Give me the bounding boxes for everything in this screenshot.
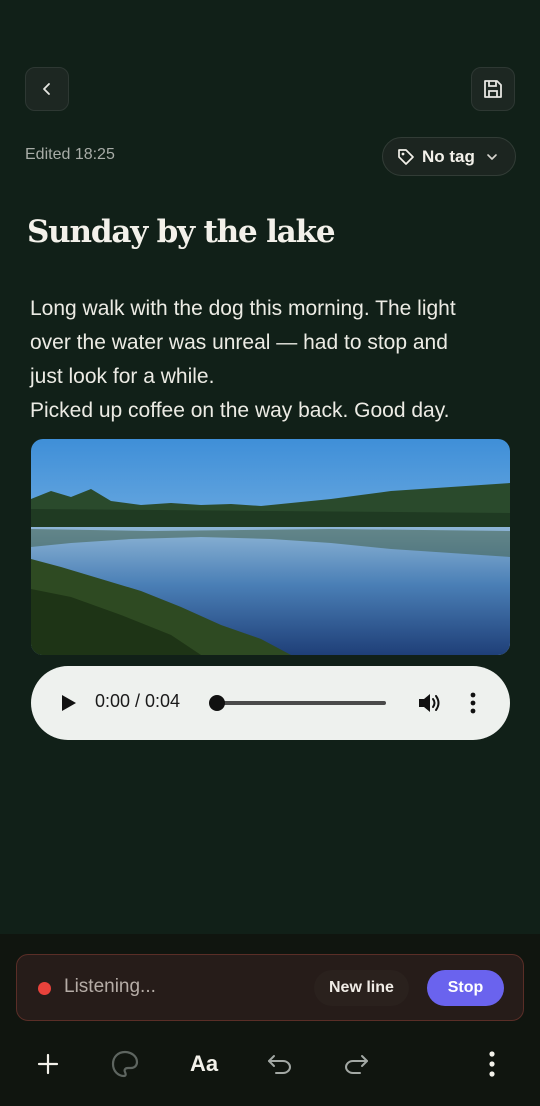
tag-icon [398, 148, 414, 165]
back-button[interactable] [25, 67, 69, 111]
note-body-line: Picked up coffee on the way back. Good d… [30, 399, 450, 422]
save-button[interactable] [471, 67, 515, 111]
palette-icon [111, 1050, 139, 1078]
format-button[interactable]: Aa [184, 1046, 224, 1082]
redo-icon [344, 1055, 368, 1074]
note-body-line: Long walk with the dog this morning. The… [30, 297, 456, 320]
recording-dot-icon [38, 982, 51, 995]
redo-button[interactable] [339, 1046, 375, 1082]
dictation-status: Listening... [64, 976, 156, 997]
audio-player[interactable]: 0:00 / 0:04 [31, 666, 510, 740]
chevron-left-icon [43, 83, 50, 95]
audio-progress-thumb[interactable] [209, 695, 225, 711]
audio-progress-track[interactable] [217, 701, 386, 705]
floppy-disk-icon [484, 80, 502, 98]
dictation-bar: Listening... New line Stop [16, 954, 524, 1021]
more-options-button[interactable] [474, 1046, 510, 1082]
tag-selector[interactable]: No tag [382, 137, 516, 176]
note-body-line: just look for a while. [30, 365, 215, 388]
more-vertical-icon[interactable] [469, 692, 477, 714]
chevron-down-icon [487, 153, 497, 160]
undo-button[interactable] [261, 1046, 297, 1082]
note-title[interactable]: Sunday by the lake [27, 214, 336, 250]
note-body[interactable]: Long walk with the dog this morning. The… [30, 292, 520, 428]
more-vertical-icon [489, 1051, 495, 1077]
new-line-button[interactable]: New line [314, 970, 409, 1006]
stop-button[interactable]: Stop [427, 970, 504, 1006]
audio-time: 0:00 / 0:04 [95, 691, 181, 711]
lake-photo-image [31, 439, 510, 655]
undo-icon [268, 1055, 292, 1074]
note-body-line: over the water was unreal — had to stop … [30, 331, 448, 354]
volume-icon[interactable] [417, 691, 443, 715]
tag-label: No tag [422, 146, 475, 166]
lake-photo[interactable] [31, 439, 510, 655]
play-icon[interactable] [59, 692, 79, 714]
add-button[interactable] [30, 1046, 66, 1082]
edited-timestamp: Edited 18:25 [25, 146, 115, 163]
color-button[interactable] [107, 1046, 143, 1082]
format-label: Aa [189, 1051, 219, 1076]
plus-icon [37, 1053, 59, 1075]
